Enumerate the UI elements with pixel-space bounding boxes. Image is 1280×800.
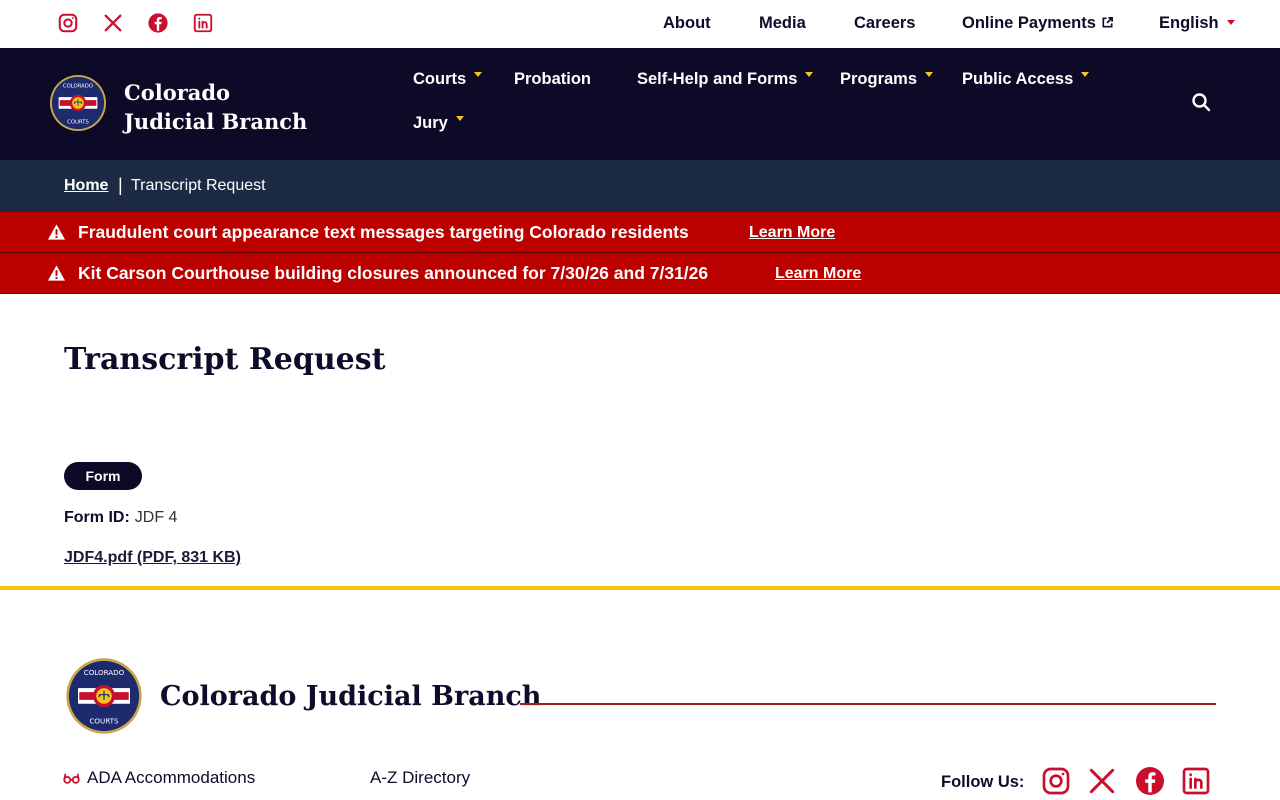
breadcrumb-home-link[interactable]: Home xyxy=(64,177,108,195)
svg-text:COURTS: COURTS xyxy=(89,716,119,725)
brand-home-link[interactable]: COLORADO COURTS Colorado Judicial Branch xyxy=(49,74,324,136)
breadcrumb-separator: | xyxy=(118,175,123,195)
form-id-label: Form ID: xyxy=(64,509,130,526)
nav-programs[interactable]: Programs xyxy=(840,70,934,89)
linkedin-icon[interactable] xyxy=(1180,765,1212,797)
alert-message: Fraudulent court appearance text message… xyxy=(78,222,689,242)
careers-link[interactable]: Careers xyxy=(854,14,915,33)
site-name: Colorado Judicial Branch xyxy=(124,80,308,134)
language-selector[interactable]: English xyxy=(1159,14,1235,33)
page-title: Transcript Request xyxy=(64,342,386,377)
footer-brand[interactable]: COLORADO COURTS Colorado Judicial Branch xyxy=(65,657,541,735)
alert-message: Kit Carson Courthouse building closures … xyxy=(78,263,709,283)
instagram-icon[interactable] xyxy=(57,12,79,34)
warning-icon xyxy=(47,265,66,281)
search-icon xyxy=(1192,93,1211,112)
pdf-download-link[interactable]: JDF4.pdf (PDF, 831 KB) xyxy=(64,549,241,567)
online-payments-link[interactable]: Online Payments xyxy=(962,14,1114,33)
ada-accommodations-link[interactable]: ADA Accommodations xyxy=(63,768,255,788)
facebook-icon[interactable] xyxy=(1134,765,1166,797)
x-icon[interactable] xyxy=(1086,765,1118,797)
chevron-down-icon xyxy=(474,72,483,77)
ada-label: ADA Accommodations xyxy=(87,768,256,787)
nav-jury-label: Jury xyxy=(413,114,448,132)
footer-rule xyxy=(520,703,1216,705)
chevron-down-icon xyxy=(1081,72,1090,77)
svg-text:COLORADO: COLORADO xyxy=(63,84,93,90)
utility-bar: About Media Careers Online Payments Engl… xyxy=(0,0,1280,48)
content-type-badge: Form xyxy=(64,462,142,490)
form-id: Form ID: JDF 4 xyxy=(64,509,177,527)
warning-icon xyxy=(47,224,66,240)
media-link[interactable]: Media xyxy=(759,14,806,33)
nav-courts-label: Courts xyxy=(413,70,467,88)
follow-us-label: Follow Us: xyxy=(941,773,1025,791)
a-z-directory-link[interactable]: A-Z Directory xyxy=(370,768,470,788)
nav-self-help-and-forms[interactable]: Self-Help and Forms xyxy=(637,70,814,89)
language-label: English xyxy=(1159,14,1219,32)
form-id-value: JDF 4 xyxy=(134,509,178,526)
chevron-down-icon xyxy=(805,72,814,77)
alert-banner: Kit Carson Courthouse building closures … xyxy=(0,253,1280,294)
breadcrumb-current: Transcript Request xyxy=(131,177,266,194)
nav-public-access-label: Public Access xyxy=(962,70,1074,88)
colorado-courts-seal-logo: COLORADO COURTS xyxy=(66,658,142,734)
glasses-icon xyxy=(63,773,80,784)
online-payments-label: Online Payments xyxy=(962,14,1096,32)
nav-probation[interactable]: Probation xyxy=(514,70,591,89)
main-navigation: COLORADO COURTS Colorado Judicial Branch… xyxy=(0,48,1280,160)
nav-programs-label: Programs xyxy=(840,70,918,88)
breadcrumb: Home | Transcript Request xyxy=(0,160,1280,212)
alert-learn-more-link[interactable]: Learn More xyxy=(749,224,835,242)
alert-banner: Fraudulent court appearance text message… xyxy=(0,212,1280,253)
svg-text:COURTS: COURTS xyxy=(67,119,89,125)
nav-self-help-label: Self-Help and Forms xyxy=(637,70,798,88)
instagram-icon[interactable] xyxy=(1040,765,1072,797)
chevron-down-icon xyxy=(1226,20,1235,25)
alert-learn-more-link[interactable]: Learn More xyxy=(775,265,861,283)
nav-public-access[interactable]: Public Access xyxy=(962,70,1090,89)
external-link-icon xyxy=(1102,17,1113,28)
facebook-icon[interactable] xyxy=(147,12,169,34)
social-links-top xyxy=(57,12,237,34)
chevron-down-icon xyxy=(455,116,464,121)
footer-divider xyxy=(0,586,1280,590)
linkedin-icon[interactable] xyxy=(192,12,214,34)
chevron-down-icon xyxy=(925,72,934,77)
x-icon[interactable] xyxy=(102,12,124,34)
footer-site-name: Colorado Judicial Branch xyxy=(160,680,542,712)
svg-text:COLORADO: COLORADO xyxy=(84,668,125,677)
search-button[interactable] xyxy=(1191,92,1213,114)
about-link[interactable]: About xyxy=(663,14,711,33)
colorado-courts-seal-logo: COLORADO COURTS xyxy=(49,74,107,132)
nav-jury[interactable]: Jury xyxy=(413,114,464,133)
nav-courts[interactable]: Courts xyxy=(413,70,483,89)
